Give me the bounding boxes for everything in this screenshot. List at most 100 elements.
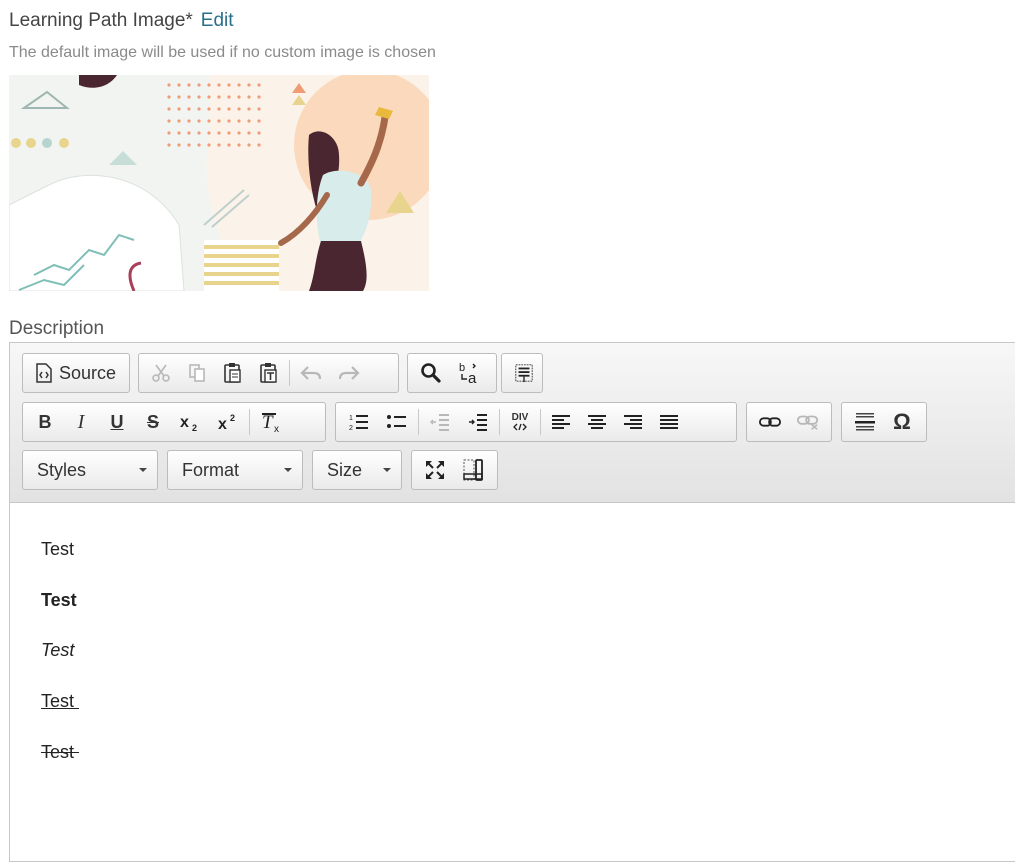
toolbar-separator [418,409,419,435]
horizontal-line-button[interactable] [848,406,882,438]
align-center-icon [588,415,606,429]
subscript-icon: x2 [180,414,197,432]
svg-text:1: 1 [349,415,353,422]
toolbar-separator [289,360,290,386]
bold-button[interactable]: B [29,406,61,438]
cut-button[interactable] [145,357,177,389]
basic-styles-group: B I U S x2 x2 Tx [22,402,326,442]
justify-button[interactable] [653,406,685,438]
increase-indent-button[interactable] [461,406,495,438]
maximize-icon [426,461,444,479]
align-left-icon [552,415,570,429]
svg-text:x: x [180,414,189,431]
illustration-art [9,75,429,291]
replace-button[interactable]: ba [452,357,488,389]
show-blocks-button[interactable] [456,454,490,486]
chevron-down-icon [383,468,391,472]
strikethrough-button[interactable]: S [137,406,169,438]
size-dropdown[interactable]: Size [312,450,402,490]
svg-text:2: 2 [230,413,235,423]
align-right-button[interactable] [617,406,649,438]
format-dropdown[interactable]: Format [167,450,303,490]
content-paragraph-underline: Test [41,691,80,711]
select-all-group [501,353,543,393]
special-character-button[interactable]: Ω [886,406,918,438]
links-group [746,402,832,442]
unlink-button[interactable] [791,406,825,438]
content-paragraph-italic: Test [41,640,75,660]
outdent-icon [430,414,449,431]
svg-text:x: x [218,416,227,432]
decrease-indent-button[interactable] [423,406,457,438]
toolbar-separator [249,409,250,435]
svg-text:2: 2 [349,425,353,432]
find-button[interactable] [414,357,448,389]
source-icon [36,363,52,383]
toolbar-separator [499,409,500,435]
tools-group [411,450,498,490]
content-paragraph-plain: Test [41,539,75,559]
underline-button[interactable]: U [101,406,133,438]
image-section-header: Learning Path Image* Edit [9,10,234,32]
remove-format-button[interactable]: Tx [254,406,290,438]
italic-button[interactable]: I [65,406,97,438]
learning-path-illustration [9,75,429,291]
align-right-icon [624,415,642,429]
chevron-down-icon [139,468,147,472]
select-all-icon [515,364,533,383]
format-label: Format [182,459,240,480]
remove-format-icon: Tx [262,412,279,433]
link-button[interactable] [753,406,787,438]
source-group: Source [22,353,130,393]
copy-button[interactable] [181,357,213,389]
paste-button[interactable] [217,357,249,389]
svg-text:x: x [274,424,279,433]
svg-text:T: T [262,412,274,433]
editor-toolbar: Source b a B I U S x 2 x 2 T x 1 2 DIV Ω… [10,343,1015,503]
content-paragraph-bold: Test [41,590,77,610]
redo-icon [338,366,360,380]
undo-button[interactable] [294,357,328,389]
image-section-title: Learning Path Image* [9,10,193,31]
insert-group: Ω [841,402,927,442]
create-div-button[interactable]: DIV [504,406,536,438]
svg-text:2: 2 [192,423,197,432]
replace-icon: ba [459,362,477,385]
paste-icon [224,363,241,383]
styles-dropdown[interactable]: Styles [22,450,158,490]
content-paragraph-strikethrough: Test [41,742,80,762]
find-group: ba [407,353,497,393]
svg-text:b: b [459,362,465,374]
align-center-button[interactable] [581,406,613,438]
unlink-icon [797,415,819,430]
code-brackets-icon [513,423,527,431]
subscript-button[interactable]: x2 [173,406,207,438]
justify-icon [660,415,678,429]
bulleted-list-icon [387,415,406,428]
source-button[interactable]: Source [29,357,122,389]
svg-text:a: a [468,370,477,385]
undo-icon [300,366,322,380]
bulleted-list-button[interactable] [380,406,414,438]
chevron-down-icon [284,468,292,472]
image-hint-text: The default image will be used if no cus… [9,44,436,61]
scissors-icon [152,364,170,382]
source-label: Source [59,362,117,383]
numbered-list-icon: 12 [349,415,368,432]
superscript-icon: x2 [218,413,235,432]
indent-icon [469,414,487,431]
maximize-button[interactable] [418,454,452,486]
superscript-button[interactable]: x2 [211,406,245,438]
paragraph-group: 12 DIV [335,402,737,442]
numbered-list-button[interactable]: 12 [342,406,376,438]
redo-button[interactable] [332,357,366,389]
select-all-button[interactable] [508,357,540,389]
paste-text-button[interactable] [253,357,285,389]
edit-image-link[interactable]: Edit [201,10,234,31]
clipboard-group [138,353,399,393]
align-left-button[interactable] [545,406,577,438]
link-icon [759,417,781,427]
description-label: Description [9,318,105,339]
horizontal-line-icon [855,413,875,431]
paste-text-icon [260,363,277,383]
